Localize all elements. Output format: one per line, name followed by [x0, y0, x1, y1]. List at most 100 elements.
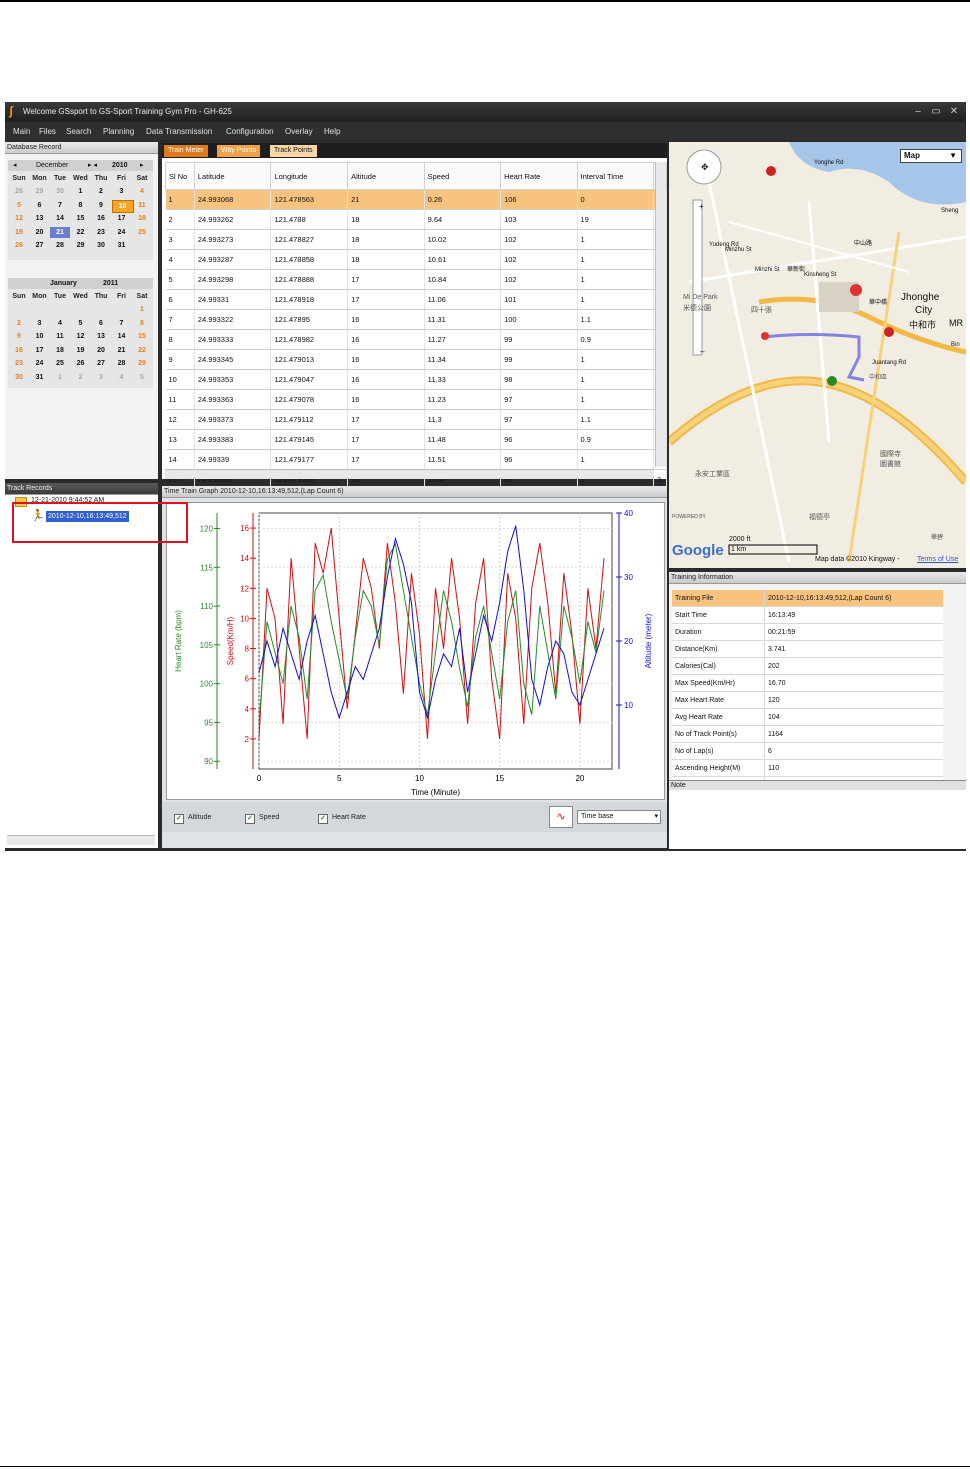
calendar-day[interactable]: 5	[9, 200, 29, 211]
menu-planning[interactable]: Planning	[103, 127, 134, 136]
close-icon[interactable]: ✕	[947, 106, 961, 117]
calendar-day[interactable]: 26	[9, 240, 29, 251]
calendar-day[interactable]: 2	[91, 186, 111, 197]
table-row[interactable]: 424.993287121.4788581810.6110213	[165, 249, 667, 270]
table-row[interactable]: 524.993298121.4788881710.8410213	[165, 269, 667, 290]
menu-data-transmission[interactable]: Data Transmission	[146, 127, 212, 136]
pan-control-icon[interactable]: ✥	[701, 162, 709, 173]
calendar-day[interactable]: 8	[132, 318, 152, 329]
calendar-day[interactable]: 1	[132, 304, 152, 315]
calendar-day[interactable]: 2	[71, 372, 91, 383]
calendar-day[interactable]: 6	[30, 200, 50, 211]
terms-of-use-link[interactable]: Terms of Use	[917, 556, 958, 563]
table-row[interactable]: 724.993322121.478951611.311001.13	[165, 309, 667, 330]
calendar-day[interactable]: 30	[9, 372, 29, 383]
calendar-day[interactable]: 16	[9, 345, 29, 356]
calendar-day[interactable]: 30	[91, 240, 111, 251]
menu-overlay[interactable]: Overlay	[285, 127, 313, 136]
prev-month-icon[interactable]: ◂	[13, 160, 17, 171]
calendar-day[interactable]: 20	[91, 345, 111, 356]
col-longitude[interactable]: Longitude	[270, 162, 349, 190]
altitude-checkbox[interactable]: ✓ Altitude	[174, 814, 211, 824]
calendar-day[interactable]: 23	[91, 227, 111, 238]
calendar-day[interactable]: 4	[50, 318, 70, 329]
tab-track-points[interactable]: Track Points	[270, 145, 317, 157]
col-heart-rate[interactable]: Heart Rate	[500, 162, 578, 190]
calendar-day[interactable]: 12	[9, 213, 29, 224]
calendar-day[interactable]: 22	[132, 345, 152, 356]
table-row[interactable]: 624.99331121.4789181711.0610113	[165, 289, 667, 310]
col-sl-no[interactable]: Sl No	[165, 162, 195, 190]
calendar-day[interactable]: 9	[9, 331, 29, 342]
note-area[interactable]: Note	[669, 780, 966, 849]
calendar-day[interactable]: 21	[112, 345, 132, 356]
calendar-day[interactable]: 3	[91, 372, 111, 383]
calendar-day[interactable]: 6	[91, 318, 111, 329]
table-row[interactable]: 1224.993373121.4791121711.3971.13	[165, 409, 667, 430]
calendar-day[interactable]: 21	[50, 226, 70, 238]
col-speed[interactable]: Speed	[423, 162, 502, 190]
calendar-day[interactable]: 17	[112, 213, 132, 224]
calendar-day[interactable]: 31	[30, 372, 50, 383]
waveform-icon[interactable]: ∿	[549, 806, 573, 828]
col-interval-time[interactable]: Interval Time	[576, 162, 654, 190]
calendar-day[interactable]: 24	[112, 227, 132, 238]
vertical-scrollbar[interactable]	[655, 162, 666, 467]
calendar-day[interactable]: 10	[30, 331, 50, 342]
calendar-day[interactable]: 31	[112, 240, 132, 251]
time-base-select[interactable]: Time base ▾	[577, 810, 661, 824]
calendar-day[interactable]: 27	[91, 358, 111, 369]
table-row[interactable]: 224.993262121.4788189.64103192	[165, 209, 667, 230]
calendar-day[interactable]: 18	[50, 345, 70, 356]
calendar-day[interactable]: 7	[50, 200, 70, 211]
calendar-day[interactable]: 4	[112, 372, 132, 383]
maximize-icon[interactable]: ▭	[929, 106, 943, 117]
calendar-day[interactable]: 13	[91, 331, 111, 342]
calendar-day[interactable]: 15	[132, 331, 152, 342]
table-row[interactable]: 824.993333121.4789821611.27990.93	[165, 329, 667, 350]
menu-search[interactable]: Search	[66, 127, 91, 136]
map-panel[interactable]: Map ▼ + – ✥ Yonghe Rd Jhonghe City 中和市 M…	[669, 142, 966, 568]
table-row[interactable]: 124.993068121.478563210.2610600	[165, 189, 667, 210]
calendar-day[interactable]: 16	[91, 213, 111, 224]
map-type-select[interactable]: Map ▼	[900, 149, 962, 163]
calendar-day[interactable]: 27	[30, 240, 50, 251]
table-row[interactable]: 324.993273121.4788271810.0210213	[165, 229, 667, 250]
calendar-day[interactable]: 2	[9, 318, 29, 329]
menu-help[interactable]: Help	[324, 127, 340, 136]
calendar-day[interactable]: 29	[30, 186, 50, 197]
menu-configuration[interactable]: Configuration	[226, 127, 274, 136]
calendar-january[interactable]: January 2011 Sun Mon Tue Wed Thu Fri Sat 1 2 3 4 5 6…	[8, 278, 153, 388]
calendar-year[interactable]: 2010	[112, 160, 128, 171]
calendar-day[interactable]: 25	[50, 358, 70, 369]
calendar-day[interactable]: 28	[50, 240, 70, 251]
calendar-day[interactable]: 24	[30, 358, 50, 369]
calendar-day[interactable]: 11	[50, 331, 70, 342]
calendar-day[interactable]: 9	[91, 200, 111, 211]
calendar-day[interactable]: 14	[50, 213, 70, 224]
table-row[interactable]: 924.993345121.4790131611.349913	[165, 349, 667, 370]
calendar-day[interactable]: 14	[112, 331, 132, 342]
calendar-day[interactable]: 3	[30, 318, 50, 329]
calendar-day[interactable]: 1	[50, 372, 70, 383]
horizontal-scrollbar[interactable]	[165, 469, 653, 479]
calendar-day[interactable]: 8	[71, 200, 91, 211]
table-row[interactable]: 1324.993383121.4791451711.48960.93	[165, 429, 667, 450]
title-bar[interactable]: ʃ Welcome GSsport to GS-Sport Training G…	[5, 102, 966, 122]
calendar-day[interactable]: 28	[112, 358, 132, 369]
table-row[interactable]: 1024.993353121.4790471611.339813	[165, 369, 667, 390]
table-row[interactable]: 1424.99339121.4791771711.519613	[165, 449, 667, 470]
calendar-day[interactable]: 18	[132, 213, 152, 224]
heart-rate-checkbox[interactable]: ✓ Heart Rate	[318, 814, 366, 824]
calendar-day[interactable]: 28	[9, 186, 29, 197]
calendar-day[interactable]: 10	[111, 199, 134, 213]
calendar-day[interactable]: 19	[9, 227, 29, 238]
zoom-out-icon[interactable]: –	[700, 347, 704, 356]
calendar-day[interactable]: 17	[30, 345, 50, 356]
calendar-day[interactable]: 5	[71, 318, 91, 329]
calendar-day[interactable]: 19	[71, 345, 91, 356]
calendar-day[interactable]: 4	[132, 186, 152, 197]
calendar-day[interactable]: 23	[9, 358, 29, 369]
zoom-in-icon[interactable]: +	[699, 202, 704, 211]
calendar-day[interactable]: 7	[112, 318, 132, 329]
